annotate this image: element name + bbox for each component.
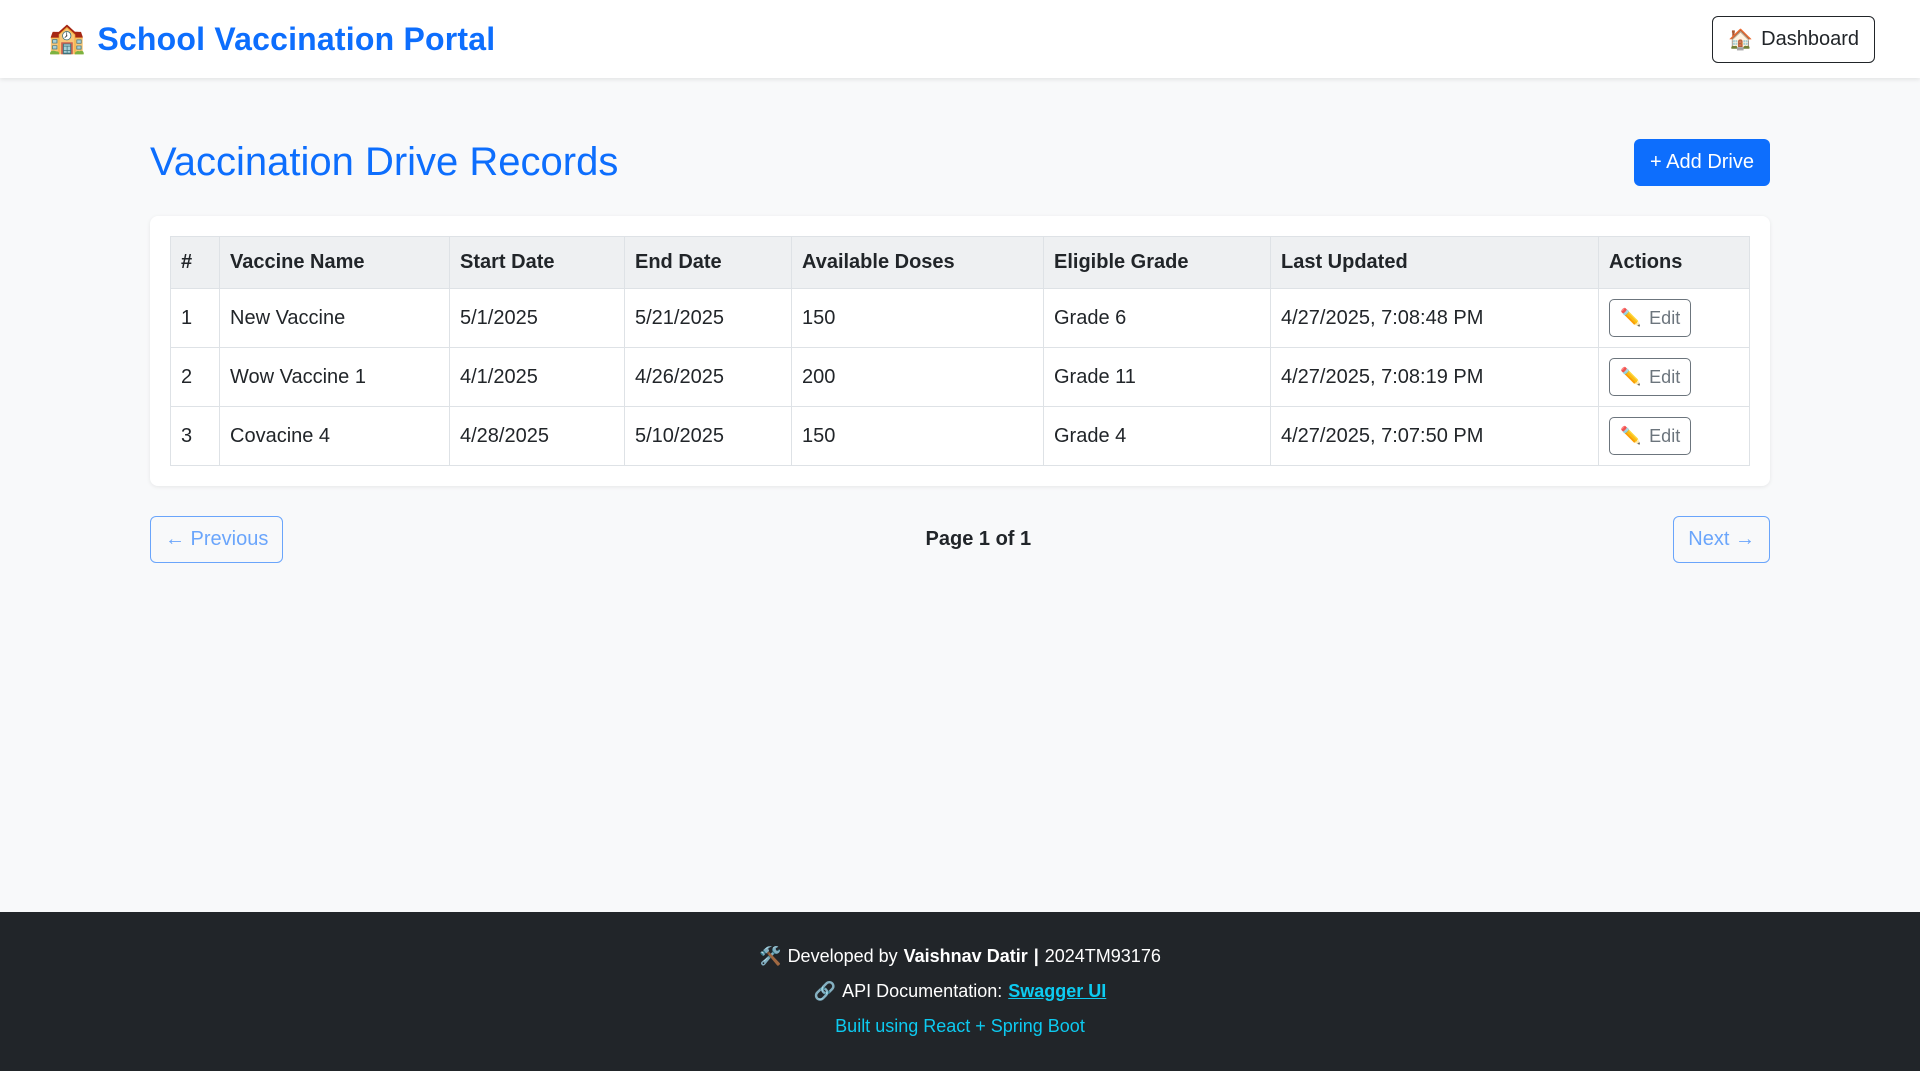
cell-number: 1 [170, 288, 220, 348]
developer-id: 2024TM93176 [1044, 946, 1161, 966]
table-header-row: # Vaccine Name Start Date End Date Avail… [170, 236, 1750, 289]
swagger-ui-link[interactable]: Swagger UI [1008, 981, 1106, 1002]
dashboard-button[interactable]: 🏠 Dashboard [1712, 15, 1875, 63]
cell-last-updated: 4/27/2025, 7:08:48 PM [1270, 288, 1599, 348]
cell-number: 2 [170, 347, 220, 407]
cell-last-updated: 4/27/2025, 7:08:19 PM [1270, 347, 1599, 407]
cell-available-doses: 150 [791, 406, 1044, 466]
main-content: Vaccination Drive Records + Add Drive # … [150, 138, 1770, 563]
page-footer: 🛠️ Developed by Vaishnav Datir | 2024TM9… [0, 912, 1920, 1071]
page-header: Vaccination Drive Records + Add Drive [150, 138, 1770, 186]
pagination: ← Previous Page 1 of 1 Next → [150, 516, 1770, 563]
cell-end-date: 5/21/2025 [624, 288, 792, 348]
school-icon: 🏫 [48, 22, 86, 55]
page-indicator: Page 1 of 1 [925, 528, 1032, 550]
edit-label: Edit [1649, 307, 1681, 328]
cell-available-doses: 200 [791, 347, 1044, 407]
edit-button[interactable]: ✏️ Edit [1609, 358, 1692, 396]
cell-last-updated: 4/27/2025, 7:07:50 PM [1270, 406, 1599, 466]
cell-start-date: 4/28/2025 [449, 406, 625, 466]
header-last-updated: Last Updated [1270, 236, 1599, 289]
header-end-date: End Date [624, 236, 792, 289]
house-icon: 🏠 [1728, 28, 1754, 51]
table-row: 2 Wow Vaccine 1 4/1/2025 4/26/2025 200 G… [170, 347, 1750, 407]
header-number: # [170, 236, 220, 289]
header-available-doses: Available Doses [791, 236, 1044, 289]
add-drive-button[interactable]: + Add Drive [1634, 138, 1770, 186]
cell-end-date: 4/26/2025 [624, 347, 792, 407]
top-navbar: 🏫 School Vaccination Portal 🏠 Dashboard [0, 0, 1920, 78]
developer-prefix: Developed by [787, 946, 898, 966]
developer-credit: 🛠️ Developed by Vaishnav Datir | 2024TM9… [759, 946, 1161, 967]
cell-vaccine-name: Covacine 4 [219, 406, 450, 466]
records-card: # Vaccine Name Start Date End Date Avail… [150, 216, 1770, 486]
cell-vaccine-name: Wow Vaccine 1 [219, 347, 450, 407]
previous-page-button[interactable]: ← Previous [150, 516, 284, 563]
pencil-icon: ✏️ [1620, 308, 1642, 327]
page-title: Vaccination Drive Records [150, 139, 619, 184]
cell-eligible-grade: Grade 6 [1043, 288, 1271, 348]
cell-number: 3 [170, 406, 220, 466]
header-vaccine-name: Vaccine Name [219, 236, 450, 289]
header-eligible-grade: Eligible Grade [1043, 236, 1271, 289]
cell-vaccine-name: New Vaccine [219, 288, 450, 348]
link-icon: 🔗 [813, 981, 837, 1001]
drive-records-table: # Vaccine Name Start Date End Date Avail… [170, 236, 1750, 466]
tools-icon: 🛠️ [759, 946, 782, 966]
developer-separator: | [1033, 946, 1039, 966]
edit-button[interactable]: ✏️ Edit [1609, 299, 1692, 337]
cell-eligible-grade: Grade 4 [1043, 406, 1271, 466]
edit-label: Edit [1649, 366, 1681, 387]
pencil-icon: ✏️ [1620, 367, 1642, 386]
header-actions: Actions [1598, 236, 1750, 289]
cell-eligible-grade: Grade 11 [1043, 347, 1271, 407]
built-with-text: Built using React + Spring Boot [835, 1016, 1085, 1036]
next-page-button[interactable]: Next → [1673, 516, 1770, 563]
brand-link[interactable]: 🏫 School Vaccination Portal [48, 21, 495, 58]
cell-end-date: 5/10/2025 [624, 406, 792, 466]
edit-button[interactable]: ✏️ Edit [1609, 417, 1692, 455]
header-start-date: Start Date [449, 236, 625, 289]
brand-title: School Vaccination Portal [97, 20, 496, 57]
developer-name: Vaishnav Datir [903, 946, 1028, 966]
pencil-icon: ✏️ [1620, 426, 1642, 445]
table-row: 1 New Vaccine 5/1/2025 5/21/2025 150 Gra… [170, 288, 1750, 348]
table-row: 3 Covacine 4 4/28/2025 5/10/2025 150 Gra… [170, 406, 1750, 466]
cell-actions: ✏️ Edit [1598, 347, 1750, 407]
api-docs-line: 🔗 API Documentation: Swagger UI [814, 981, 1107, 1002]
dashboard-label: Dashboard [1761, 27, 1859, 50]
cell-actions: ✏️ Edit [1598, 406, 1750, 466]
cell-actions: ✏️ Edit [1598, 288, 1750, 348]
cell-start-date: 4/1/2025 [449, 347, 625, 407]
cell-start-date: 5/1/2025 [449, 288, 625, 348]
cell-available-doses: 150 [791, 288, 1044, 348]
api-docs-prefix: API Documentation: [842, 981, 1003, 1001]
edit-label: Edit [1649, 425, 1681, 446]
